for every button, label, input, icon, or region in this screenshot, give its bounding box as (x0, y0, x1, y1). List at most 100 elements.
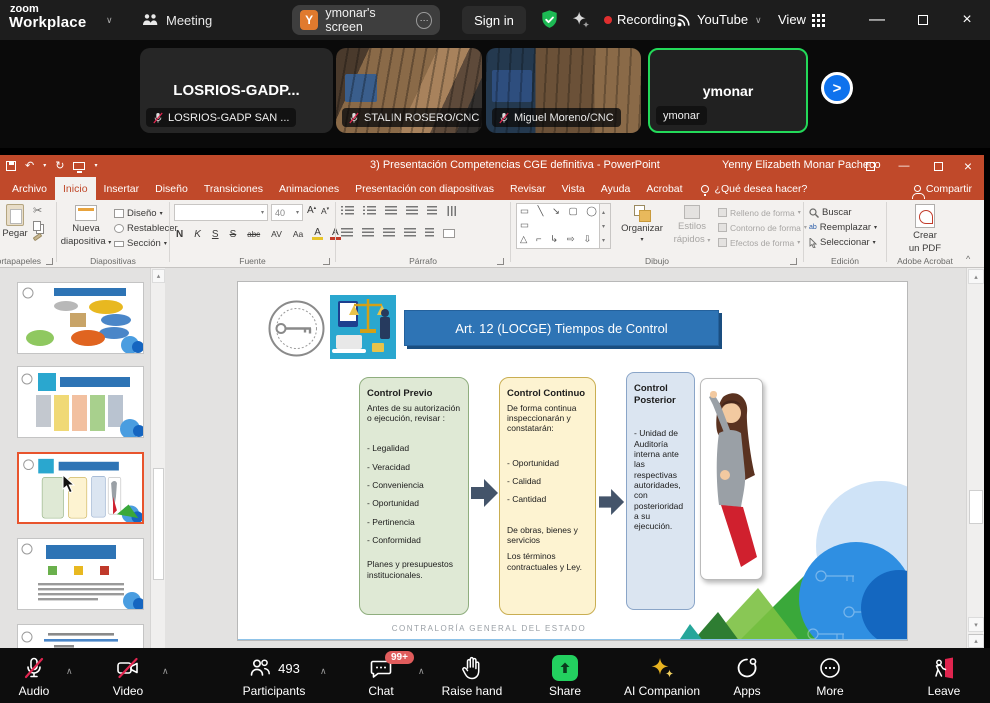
italic-button[interactable]: K (192, 229, 203, 240)
select-button[interactable]: Seleccionar ▾ (809, 235, 877, 250)
slide-thumbnail-1[interactable] (17, 282, 144, 354)
minimize-button[interactable]: — (860, 0, 894, 40)
quick-styles-button[interactable]: Estilos rápidos ▾ (670, 205, 714, 245)
find-button[interactable]: Buscar (809, 205, 877, 220)
audio-button[interactable]: Audio (6, 655, 62, 698)
chat-button[interactable]: 99+ Chat (355, 655, 407, 698)
tab-inicio[interactable]: Inicio (55, 177, 96, 200)
save-icon[interactable] (6, 161, 16, 171)
change-case-button[interactable]: Aa (291, 229, 305, 239)
character-spacing-button[interactable]: AV (269, 229, 284, 239)
bullets-icon[interactable] (341, 206, 354, 216)
more-options-icon[interactable]: ⋯ (416, 12, 432, 29)
slide-thumbnail-4[interactable] (17, 538, 144, 610)
dialog-launcher-icon[interactable] (46, 258, 53, 265)
strikethrough-button[interactable]: S (228, 229, 239, 240)
thumbnails-scrollbar[interactable]: ▴ (150, 268, 165, 648)
tab-vista[interactable]: Vista (554, 177, 593, 200)
ai-companion-button[interactable]: AI Companion (612, 655, 712, 698)
font-size-combobox[interactable]: 40▾ (271, 204, 303, 221)
participant-tile-ymonar-active[interactable]: ymonar ymonar (648, 48, 808, 133)
slide-thumbnail-3-selected[interactable] (17, 452, 144, 524)
next-participants-button[interactable]: > (821, 72, 853, 104)
tab-animaciones[interactable]: Animaciones (271, 177, 347, 200)
dialog-launcher-icon[interactable] (790, 258, 797, 265)
raise-hand-button[interactable]: Raise hand (437, 655, 507, 698)
close-button[interactable]: × (950, 0, 984, 40)
scrollbar-thumb[interactable] (969, 490, 983, 524)
underline-button[interactable]: S (210, 229, 221, 240)
sparkle-icon[interactable] (570, 9, 592, 31)
leave-button[interactable]: Leave (918, 655, 970, 698)
participant-tile-stalin[interactable]: STALIN ROSERO/CNC (336, 48, 482, 133)
shapes-gallery-scroll[interactable]: ▴ ▾ ▾ (599, 204, 610, 249)
participants-options-chevron[interactable]: ∧ (320, 666, 327, 677)
tab-revisar[interactable]: Revisar (502, 177, 554, 200)
scroll-down-icon[interactable]: ▾ (602, 220, 608, 234)
justify-icon[interactable] (404, 228, 416, 238)
ppt-minimize-button[interactable]: — (888, 155, 920, 177)
chevron-down-icon[interactable]: ∨ (106, 15, 113, 26)
text-direction-icon[interactable] (446, 206, 456, 216)
ribbon-display-options-button[interactable] (854, 155, 886, 177)
view-button[interactable]: View (778, 12, 806, 27)
tab-diseno[interactable]: Diseño (147, 177, 196, 200)
sign-in-button[interactable]: Sign in (462, 6, 526, 34)
font-name-combobox[interactable]: ▾ (174, 204, 268, 221)
tab-insertar[interactable]: Insertar (96, 177, 148, 200)
control-previo-box[interactable]: Control Previo Antes de su autorización … (359, 377, 469, 615)
control-continuo-box[interactable]: Control Continuo De forma continua inspe… (499, 377, 596, 615)
participants-button[interactable]: 493 Participants (232, 655, 316, 698)
previous-slide-button[interactable]: ▴ (968, 634, 984, 648)
share-button[interactable]: Share (538, 655, 592, 698)
dialog-launcher-icon[interactable] (323, 258, 330, 265)
align-center-icon[interactable] (362, 228, 374, 238)
copy-icon[interactable] (33, 221, 41, 231)
tab-presentacion[interactable]: Presentación con diapositivas (347, 177, 502, 200)
more-button[interactable]: More (806, 655, 854, 698)
scroll-down-button[interactable]: ▾ (968, 617, 984, 632)
smartart-convert-icon[interactable] (443, 229, 455, 238)
scroll-up-button[interactable]: ▴ (152, 269, 165, 283)
video-options-chevron[interactable]: ∧ (162, 666, 169, 677)
slide-thumbnail-5[interactable] (17, 624, 144, 648)
redo-icon[interactable]: ↻ (55, 161, 64, 172)
ppt-restore-button[interactable] (922, 155, 954, 177)
chat-options-chevron[interactable]: ∧ (418, 666, 425, 677)
paste-button[interactable]: Pegar (1, 204, 29, 239)
video-button[interactable]: Video (100, 655, 156, 698)
slide-title-banner[interactable]: Art. 12 (LOCGE) Tiempos de Control (404, 310, 719, 346)
abc-button[interactable]: abc (245, 230, 262, 239)
tab-meeting[interactable]: Meeting (142, 0, 212, 40)
highlight-button[interactable]: A (312, 228, 323, 240)
shrink-font-button[interactable]: A▾ (321, 206, 329, 216)
replace-button[interactable]: ab Reemplazar ▾ (809, 220, 877, 235)
ppt-close-button[interactable]: × (952, 155, 984, 177)
scroll-up-icon[interactable]: ▴ (602, 206, 608, 220)
editor-scrollbar[interactable]: ▴ ▾ ▴ (966, 268, 984, 648)
collapse-ribbon-button[interactable]: ^ (966, 254, 970, 264)
shape-effects-button[interactable]: Efectos de forma▾ (718, 235, 807, 250)
audio-options-chevron[interactable]: ∧ (66, 666, 73, 677)
apps-button[interactable]: Apps (722, 655, 772, 698)
undo-icon[interactable]: ↶ (25, 161, 34, 172)
tell-me-search[interactable]: ¿Qué desea hacer? (691, 177, 818, 200)
more-shapes-icon[interactable]: ▾ (602, 234, 608, 248)
slide-canvas[interactable]: Art. 12 (LOCGE) Tiempos de Control Contr… (237, 281, 908, 641)
create-pdf-button[interactable]: Crear un PDF (900, 204, 950, 254)
slide-thumbnail-2[interactable] (17, 366, 144, 438)
scroll-up-button[interactable]: ▴ (968, 269, 984, 284)
increase-indent-icon[interactable] (406, 206, 418, 216)
arrange-button[interactable]: Organizar ▾ (618, 205, 666, 243)
chevron-down-icon[interactable]: ∨ (755, 15, 762, 26)
align-right-icon[interactable] (383, 228, 395, 238)
undo-dropdown-icon[interactable]: ▾ (43, 163, 46, 169)
tab-transiciones[interactable]: Transiciones (196, 177, 271, 200)
dialog-launcher-icon[interactable] (497, 258, 504, 265)
youtube-live-button[interactable]: YouTube (697, 12, 748, 27)
scrollbar-thumb[interactable] (153, 468, 164, 580)
share-button-ppt[interactable]: Compartir (914, 177, 972, 200)
participant-tile-miguel[interactable]: Miguel Moreno/CNC (486, 48, 641, 133)
line-spacing-icon[interactable] (427, 206, 437, 216)
shape-fill-button[interactable]: Relleno de forma▾ (718, 205, 807, 220)
